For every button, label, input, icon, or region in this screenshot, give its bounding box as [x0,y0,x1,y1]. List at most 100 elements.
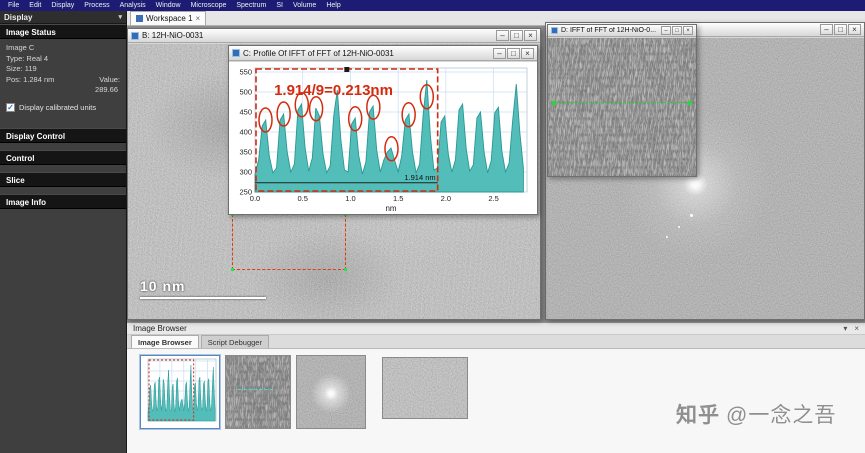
svg-text:2.5: 2.5 [488,194,498,203]
menu-item-spectrum[interactable]: Spectrum [231,0,271,11]
menu-item-window[interactable]: Window [151,0,186,11]
image-browser-title: Image Browser [133,324,187,333]
scale-bar: 10 nm [140,278,266,299]
svg-text:0.5: 0.5 [298,194,308,203]
menu-item-display[interactable]: Display [46,0,79,11]
thumbnail-profile-c[interactable] [140,355,220,429]
fft-speck [690,214,693,217]
workspace-tab-label: Workspace 1 [146,14,193,23]
status-value-caption: Value: [99,75,120,86]
thumbnail-fft-a[interactable] [296,355,366,429]
chevron-down-icon[interactable]: ▾ [118,13,122,21]
tab-script-debugger[interactable]: Script Debugger [201,335,269,348]
minimize-button[interactable]: – [661,26,671,35]
svg-text:350: 350 [239,148,252,157]
maximize-button[interactable]: □ [507,48,520,59]
line-endpoint[interactable] [688,101,692,105]
status-size-line: Size: 119 [6,64,120,75]
fft-speck [666,236,668,238]
maximize-button[interactable]: □ [672,26,682,35]
watermark-handle: @一念之吾 [726,404,836,427]
close-icon[interactable]: × [854,324,859,333]
display-palette-title: Display [4,13,32,22]
svg-text:500: 500 [239,88,252,97]
line-endpoint[interactable] [552,101,556,105]
display-palette-header[interactable]: Display ▾ [0,11,126,24]
lattice-fringes-overlay [548,38,696,176]
menu-item-process[interactable]: Process [79,0,114,11]
roi-rectangle[interactable] [232,214,346,270]
menu-item-si[interactable]: SI [271,0,288,11]
thumbnail-tem-texture [383,358,467,418]
menu-item-analysis[interactable]: Analysis [115,0,151,11]
chevron-down-icon[interactable]: ▾ [843,324,847,333]
tab-close-icon[interactable]: × [196,14,201,23]
profile-chart-area[interactable]: 1.914/9=0.213nm1.914 nm0.00.51.01.52.02.… [229,62,537,214]
svg-text:nm: nm [385,204,396,213]
section-display-control[interactable]: Display Control [0,128,126,143]
svg-text:1.914 nm: 1.914 nm [404,173,435,182]
window-icon [232,49,240,57]
window-d-titlebar[interactable]: D: IFFT of FFT of 12H-NiO-0... – □ × [548,25,696,37]
roi-handle[interactable] [344,268,347,271]
svg-text:2.0: 2.0 [441,194,451,203]
tab-image-browser[interactable]: Image Browser [131,335,199,348]
thumbnail-ifft-d[interactable] [225,355,291,429]
svg-text:250: 250 [239,188,252,197]
minimize-button[interactable]: – [493,48,506,59]
thumbnail-chart [141,356,219,428]
svg-text:550: 550 [239,68,252,77]
menu-item-edit[interactable]: Edit [24,0,46,11]
minimize-button[interactable]: – [496,30,509,41]
maximize-button[interactable]: □ [510,30,523,41]
svg-text:450: 450 [239,108,252,117]
menu-item-volume[interactable]: Volume [288,0,321,11]
section-image-status[interactable]: Image Status [0,24,126,39]
thumbnail-image-b[interactable] [382,357,468,419]
workspace-icon [136,15,143,22]
menu-item-help[interactable]: Help [321,0,345,11]
close-button[interactable]: × [683,26,693,35]
window-c-profile: C: Profile Of IFFT of FFT of 12H-NiO-003… [228,45,538,215]
scale-bar-label: 10 nm [140,278,266,294]
window-c-titlebar[interactable]: C: Profile Of IFFT of FFT of 12H-NiO-003… [229,46,537,61]
status-image-line: Image C [6,43,120,54]
window-d-ifft: D: IFFT of FFT of 12H-NiO-0... – □ × [547,24,697,177]
menu-item-microscope[interactable]: Microscope [186,0,232,11]
minimize-button[interactable]: – [820,24,833,35]
window-b-titlebar[interactable]: B: 12H-NiO-0031 – □ × [128,29,540,43]
profile-line-annotation[interactable] [554,102,690,103]
image-browser-panel: Image Browser ▾ × Image Browser Script D… [127,322,865,453]
checkbox-label: Display calibrated units [19,103,96,112]
svg-text:1.914/9=0.213nm: 1.914/9=0.213nm [274,82,393,99]
thumbnail-lattice-texture [226,356,290,428]
close-button[interactable]: × [521,48,534,59]
window-icon [551,27,558,34]
svg-text:300: 300 [239,168,252,177]
status-value: 289.66 [6,85,120,96]
image-browser-header[interactable]: Image Browser ▾ × [127,323,865,335]
status-type-line: Type: Real 4 [6,54,120,65]
image-status-body: Image C Type: Real 4 Size: 119 Pos: 1.28… [0,39,126,116]
close-button[interactable]: × [524,30,537,41]
section-control[interactable]: Control [0,150,126,165]
watermark-brand: 知乎 [676,404,720,427]
status-pos-line: Pos: 1.284 nm [6,75,54,86]
thumbnail-fft-spot [297,356,365,428]
roi-handle[interactable] [231,268,234,271]
close-button[interactable]: × [848,24,861,35]
menu-item-file[interactable]: File [3,0,24,11]
watermark: 知乎 @一念之吾 [676,399,836,429]
tab-workspace-1[interactable]: Workspace 1 × [130,11,206,25]
profile-chart: 1.914/9=0.213nm1.914 nm0.00.51.01.52.02.… [229,62,537,214]
scale-bar-line [140,297,266,299]
menu-bar: File Edit Display Process Analysis Windo… [0,0,865,11]
section-slice[interactable]: Slice [0,172,126,187]
maximize-button[interactable]: □ [834,24,847,35]
window-b-title: B: 12H-NiO-0031 [142,31,203,40]
ifft-image-canvas[interactable] [548,38,696,176]
display-calibrated-units-checkbox[interactable]: ✓ Display calibrated units [6,102,120,114]
svg-text:1.0: 1.0 [345,194,355,203]
section-image-info[interactable]: Image Info [0,194,126,209]
window-icon [131,32,139,40]
